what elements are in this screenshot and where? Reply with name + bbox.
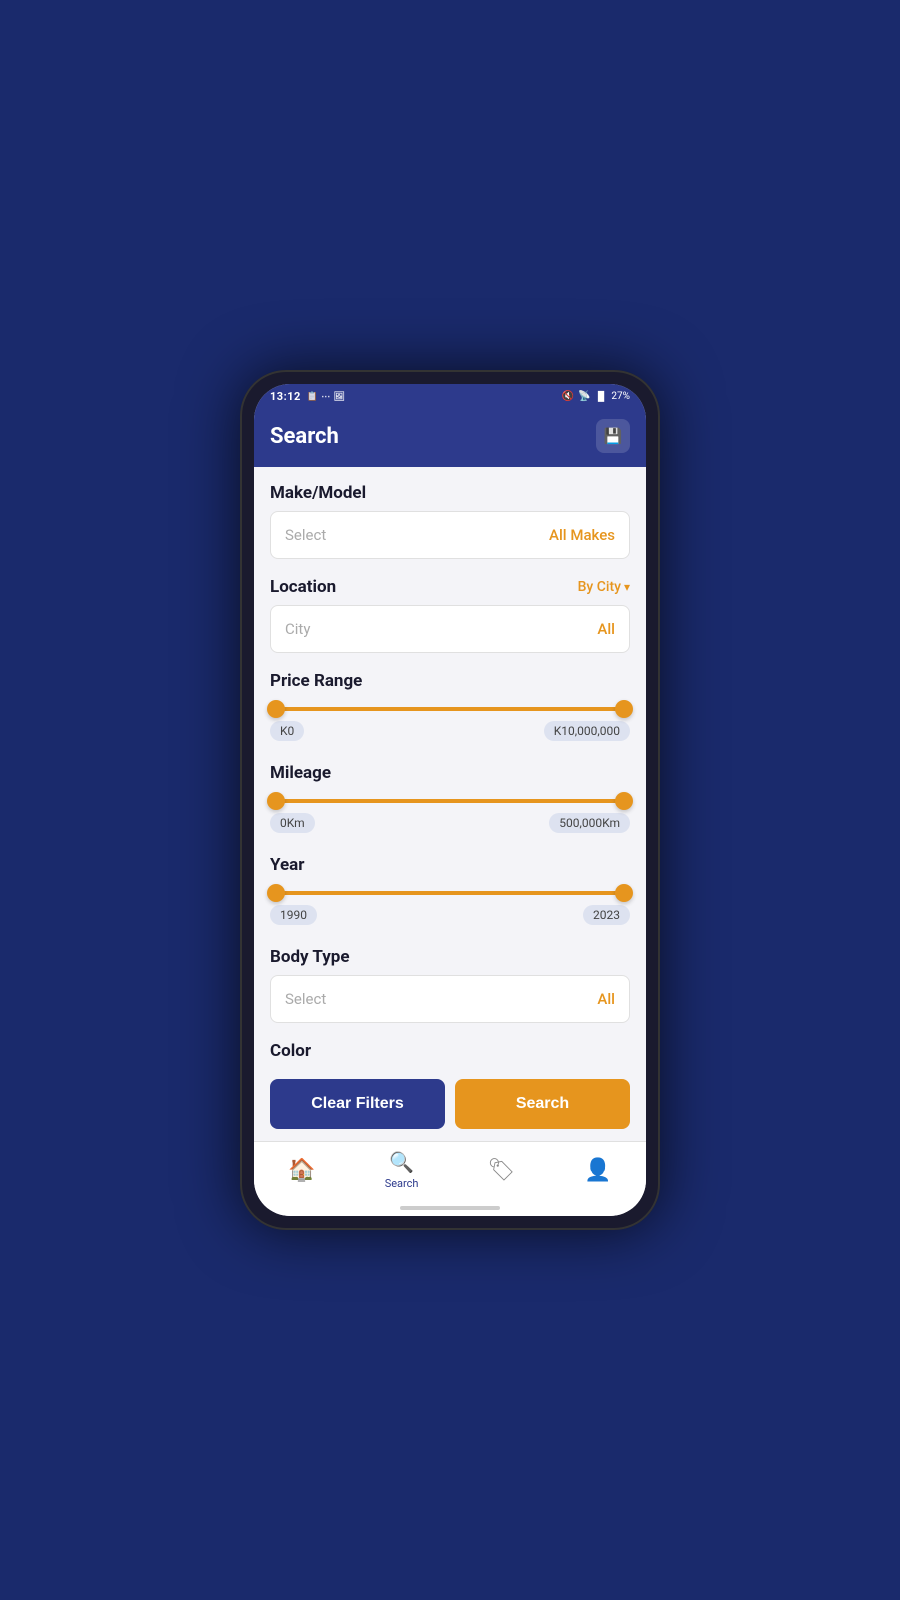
year-track bbox=[276, 891, 624, 895]
price-min-label: K0 bbox=[270, 721, 304, 741]
bottom-nav: 🏠 🔍 Search 🏷 👤 bbox=[254, 1141, 646, 1200]
make-model-label: Make/Model bbox=[270, 483, 630, 503]
save-search-button[interactable]: 💾 bbox=[596, 419, 630, 453]
year-min-label: 1990 bbox=[270, 905, 317, 925]
mileage-slider[interactable]: 0Km 500,000Km bbox=[270, 791, 630, 837]
year-fill bbox=[276, 891, 624, 895]
app-header: Search 💾 bbox=[254, 409, 646, 467]
body-type-section: Body Type Select All bbox=[270, 947, 630, 1023]
price-track bbox=[276, 707, 624, 711]
make-model-value: All Makes bbox=[549, 526, 615, 544]
mileage-min-label: 0Km bbox=[270, 813, 315, 833]
body-type-select[interactable]: Select All bbox=[270, 975, 630, 1023]
price-min-thumb[interactable] bbox=[267, 700, 285, 718]
city-placeholder: City bbox=[285, 620, 310, 638]
by-city-text: By City bbox=[578, 579, 621, 595]
search-button[interactable]: Search bbox=[455, 1079, 630, 1129]
location-section: Location By City ▾ City All bbox=[270, 577, 630, 653]
app-icons: 📋 ⋯ 🖼 bbox=[307, 392, 346, 402]
body-type-label: Body Type bbox=[270, 947, 630, 967]
tag-icon: 🏷 bbox=[487, 1158, 515, 1183]
time-display: 13:12 bbox=[270, 390, 301, 403]
by-city-button[interactable]: By City ▾ bbox=[578, 579, 630, 595]
price-range-label: Price Range bbox=[270, 671, 630, 691]
mileage-max-label: 500,000Km bbox=[549, 813, 630, 833]
nav-tags[interactable]: 🏷 bbox=[487, 1158, 515, 1183]
phone-frame: 13:12 📋 ⋯ 🖼 🔇 📡 ▐▌ 27% Search 💾 Make/Mod… bbox=[240, 370, 660, 1230]
status-bar: 13:12 📋 ⋯ 🖼 🔇 📡 ▐▌ 27% bbox=[254, 384, 646, 409]
nav-profile[interactable]: 👤 bbox=[584, 1158, 611, 1183]
location-label: Location bbox=[270, 577, 336, 597]
wifi-icon: 📡 bbox=[578, 391, 590, 402]
make-model-select[interactable]: Select All Makes bbox=[270, 511, 630, 559]
body-type-placeholder: Select bbox=[285, 990, 326, 1008]
price-slider[interactable]: K0 K10,000,000 bbox=[270, 699, 630, 745]
mileage-min-thumb[interactable] bbox=[267, 792, 285, 810]
clear-filters-button[interactable]: Clear Filters bbox=[270, 1079, 445, 1129]
save-icon: 💾 bbox=[604, 427, 623, 445]
mileage-label: Mileage bbox=[270, 763, 630, 783]
signal-icon: ▐▌ bbox=[595, 391, 608, 402]
year-min-thumb[interactable] bbox=[267, 884, 285, 902]
search-nav-label: Search bbox=[385, 1177, 419, 1190]
price-max-thumb[interactable] bbox=[615, 700, 633, 718]
mileage-max-thumb[interactable] bbox=[615, 792, 633, 810]
year-labels: 1990 2023 bbox=[270, 905, 630, 925]
color-section: Color Select All bbox=[270, 1041, 630, 1069]
mileage-fill bbox=[276, 799, 624, 803]
nav-home[interactable]: 🏠 bbox=[288, 1158, 315, 1183]
main-content: Make/Model Select All Makes Location By … bbox=[254, 467, 646, 1069]
action-buttons: Clear Filters Search bbox=[254, 1069, 646, 1141]
chevron-down-icon: ▾ bbox=[624, 580, 630, 594]
make-model-placeholder: Select bbox=[285, 526, 326, 544]
mileage-track bbox=[276, 799, 624, 803]
phone-screen: 13:12 📋 ⋯ 🖼 🔇 📡 ▐▌ 27% Search 💾 Make/Mod… bbox=[254, 384, 646, 1216]
color-label: Color bbox=[270, 1041, 630, 1061]
search-nav-icon: 🔍 bbox=[389, 1150, 414, 1174]
location-header: Location By City ▾ bbox=[270, 577, 630, 597]
battery-display: 27% bbox=[611, 391, 630, 402]
mileage-labels: 0Km 500,000Km bbox=[270, 813, 630, 833]
year-slider[interactable]: 1990 2023 bbox=[270, 883, 630, 929]
make-model-section: Make/Model Select All Makes bbox=[270, 483, 630, 559]
price-fill bbox=[276, 707, 624, 711]
city-value: All bbox=[597, 620, 615, 638]
city-select[interactable]: City All bbox=[270, 605, 630, 653]
price-range-section: Price Range K0 K10,000,000 bbox=[270, 671, 630, 745]
year-max-label: 2023 bbox=[583, 905, 630, 925]
home-bar bbox=[400, 1206, 500, 1210]
price-labels: K0 K10,000,000 bbox=[270, 721, 630, 741]
year-max-thumb[interactable] bbox=[615, 884, 633, 902]
year-section: Year 1990 2023 bbox=[270, 855, 630, 929]
year-label: Year bbox=[270, 855, 630, 875]
nav-search[interactable]: 🔍 Search bbox=[385, 1150, 419, 1190]
price-max-label: K10,000,000 bbox=[544, 721, 630, 741]
mute-icon: 🔇 bbox=[562, 391, 574, 402]
home-indicator bbox=[254, 1200, 646, 1216]
body-type-value: All bbox=[597, 990, 615, 1008]
mileage-section: Mileage 0Km 500,000Km bbox=[270, 763, 630, 837]
profile-icon: 👤 bbox=[584, 1158, 611, 1183]
home-icon: 🏠 bbox=[288, 1158, 315, 1183]
app-title: Search bbox=[270, 424, 339, 449]
system-icons: 🔇 📡 ▐▌ 27% bbox=[562, 391, 630, 402]
